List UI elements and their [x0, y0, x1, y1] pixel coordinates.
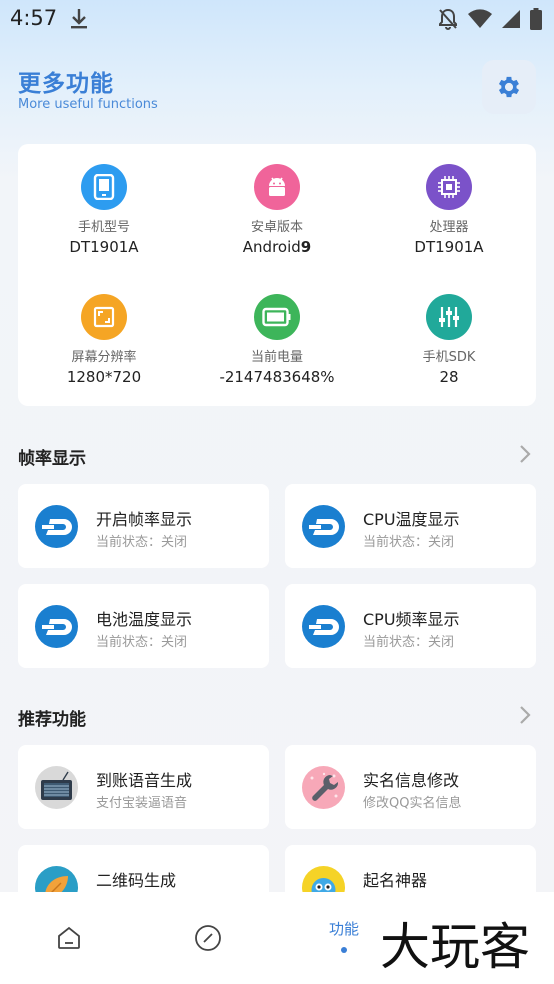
tablet-icon [81, 164, 127, 210]
feature-title: 电池温度显示 [96, 610, 193, 629]
battery-status-icon [530, 8, 542, 30]
watermark-logo: 大玩客 [380, 918, 530, 974]
info-value: 1280*720 [66, 368, 142, 386]
status-bar: 4:57 [0, 0, 554, 38]
info-value: DT1901A [414, 238, 484, 256]
feature-status: 当前状态：关闭 [363, 535, 455, 550]
info-value: DT1901A [69, 238, 139, 256]
section-title-recommend: 推荐功能 [18, 710, 86, 730]
android-text: Android [242, 238, 301, 256]
info-label: 屏幕分辨率 [71, 350, 137, 365]
info-android-version: 安卓版本 Android9 [191, 164, 363, 256]
info-label: 处理器 [429, 220, 469, 235]
info-value: 28 [439, 368, 459, 386]
radio-icon [35, 766, 78, 809]
screen-icon [81, 294, 127, 340]
signal-icon [502, 10, 520, 28]
feature-title: CPU频率显示 [363, 610, 460, 629]
feature-status: 当前状态：关闭 [96, 635, 188, 650]
chevron-right-icon[interactable] [518, 705, 532, 725]
feature-title: 开启帧率显示 [96, 510, 193, 529]
feature-title: CPU温度显示 [363, 510, 460, 529]
realname-edit-card[interactable]: 实名信息修改 修改QQ实名信息 [285, 745, 536, 829]
android-version-number: 9 [300, 238, 312, 256]
watermark-text: 大玩客 [380, 918, 530, 974]
info-label: 安卓版本 [250, 220, 303, 235]
page-subtitle: More useful functions [18, 97, 158, 112]
dash-icon [35, 605, 78, 648]
info-phone-model: 手机型号 DT1901A [18, 164, 190, 256]
section-title-fps: 帧率显示 [18, 449, 86, 469]
page-title: 更多功能 [18, 71, 114, 97]
dash-icon [302, 605, 345, 648]
info-label: 手机SDK [422, 350, 476, 365]
info-screen-resolution: 屏幕分辨率 1280*720 [18, 294, 190, 386]
sliders-icon [426, 294, 472, 340]
feature-title: 实名信息修改 [363, 771, 460, 790]
fps-toggle-card[interactable]: 开启帧率显示 当前状态：关闭 [18, 484, 269, 568]
cpu-freq-card[interactable]: CPU频率显示 当前状态：关闭 [285, 584, 536, 668]
info-value: Android9 [191, 238, 363, 256]
compass-icon[interactable] [194, 924, 222, 952]
dash-icon [35, 505, 78, 548]
wrench-icon [302, 766, 345, 809]
status-icons [438, 8, 542, 30]
battery-temp-card[interactable]: 电池温度显示 当前状态：关闭 [18, 584, 269, 668]
android-icon [254, 164, 300, 210]
status-time: 4:57 [10, 6, 58, 30]
info-sdk: 手机SDK 28 [363, 294, 535, 386]
gear-icon [498, 76, 520, 98]
info-value: -2147483648% [219, 368, 335, 386]
nav-label-functions: 功能 [329, 920, 360, 938]
feature-subtitle: 修改QQ实名信息 [363, 796, 462, 811]
info-label: 手机型号 [77, 220, 130, 235]
notifications-off-icon [439, 8, 457, 30]
cpu-temp-card[interactable]: CPU温度显示 当前状态：关闭 [285, 484, 536, 568]
feature-title: 起名神器 [363, 871, 428, 890]
active-indicator [341, 947, 347, 953]
home-icon[interactable] [56, 925, 82, 951]
feature-status: 当前状态：关闭 [363, 635, 455, 650]
feature-status: 当前状态：关闭 [96, 535, 188, 550]
settings-button[interactable] [482, 60, 536, 114]
chip-icon [426, 164, 472, 210]
feature-title: 二维码生成 [96, 871, 177, 890]
info-battery-level: 当前电量 -2147483648% [191, 294, 363, 386]
wifi-icon [468, 9, 492, 28]
battery-icon [254, 294, 300, 340]
voice-gen-card[interactable]: 到账语音生成 支付宝装逼语音 [18, 745, 269, 829]
feature-title: 到账语音生成 [96, 771, 193, 790]
nav-tab-functions[interactable]: 功能 [329, 918, 359, 953]
dash-icon [302, 505, 345, 548]
info-label: 当前电量 [250, 350, 303, 365]
device-info-card: 手机型号 DT1901A 安卓版本 Android9 处理器 DT1901A 屏… [18, 144, 536, 406]
download-icon [71, 9, 87, 29]
chevron-right-icon[interactable] [518, 444, 532, 464]
info-processor: 处理器 DT1901A [363, 164, 535, 256]
feature-subtitle: 支付宝装逼语音 [96, 796, 188, 811]
